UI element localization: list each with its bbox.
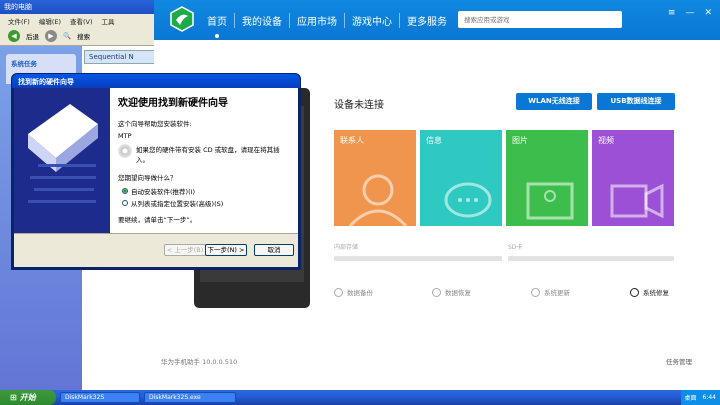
gear-icon [630, 287, 639, 297]
nav-my-device[interactable]: 我的设备 [234, 12, 289, 28]
wizard-footer: < 上一步(B) 下一步(N) > 取消 [14, 233, 298, 267]
wizard-banner [14, 88, 110, 240]
menu-icon[interactable]: ≡ [668, 8, 676, 18]
back-arrow-icon[interactable]: ◀ [8, 29, 20, 42]
sequential-window-tab[interactable]: Sequential N [84, 50, 160, 64]
menu-edit[interactable]: 编辑(E) [39, 16, 61, 26]
tile-messages-label: 信息 [426, 136, 442, 145]
task-button-diskmark-exe[interactable]: DiskMark32S.exe [144, 392, 236, 403]
cancel-button[interactable]: 取消 [254, 244, 294, 256]
cd-icon [118, 144, 132, 158]
tile-videos[interactable]: 视频 [592, 130, 674, 226]
option-auto-install[interactable]: 自动安装软件(推荐)(I) [122, 186, 290, 196]
internal-storage-bar [334, 256, 502, 261]
device-name: MTP [118, 132, 132, 140]
sd-card-label: SD卡 [508, 244, 523, 251]
search-button-label[interactable]: 搜索 [77, 31, 90, 41]
clock: 6:44 [702, 394, 716, 401]
wizard-title: 找到新的硬件向导 [12, 74, 300, 88]
radio-icon[interactable] [122, 200, 128, 206]
usb-connect-button[interactable]: USB数据线连接 [597, 93, 675, 110]
cd-hint: 如果您的硬件带有安装 CD 或软盘，请现在将其插入。 [136, 146, 280, 164]
taskbar: ⊞ 开始 DiskMark32S DiskMark32S.exe 桌面 6:44 [0, 390, 720, 405]
option-auto-label: 自动安装软件(推荐)(I) [131, 188, 196, 196]
tile-pictures[interactable]: 图片 [506, 130, 588, 226]
hisuite-header: 首页 我的设备 应用市场 游戏中心 更多服务 ≡ — ✕ [154, 0, 720, 40]
explorer-title: 我的电脑 [0, 0, 160, 14]
wlan-connect-button[interactable]: WLAN无线连接 [516, 93, 592, 110]
tile-videos-label: 视频 [598, 136, 614, 145]
connection-status: 设备未连接 [334, 100, 384, 111]
continue-hint: 要继续，请单击“下一步”。 [118, 216, 197, 224]
watermark-logo: 值 [548, 364, 568, 384]
messages-icon [444, 182, 492, 218]
hisuite-logo-icon [170, 6, 194, 32]
internal-storage-label: 内部存储 [334, 244, 359, 251]
tile-contacts-label: 联系人 [340, 136, 364, 145]
nav-game-center[interactable]: 游戏中心 [344, 12, 399, 28]
wizard-intro: 这个向导帮助您安装软件: [118, 120, 192, 128]
explorer-toolbar: ◀ 后退 ▶ 🔍 搜索 [0, 26, 160, 46]
restore-icon [432, 287, 441, 297]
wizard-heading: 欢迎使用找到新硬件向导 [118, 98, 228, 109]
main-nav: 首页 我的设备 应用市场 游戏中心 更多服务 [200, 0, 454, 40]
menu-file[interactable]: 文件(F) [8, 16, 30, 26]
nav-more-services[interactable]: 更多服务 [399, 12, 454, 28]
system-update-action[interactable]: 系统更新 [531, 287, 570, 297]
start-button[interactable]: ⊞ 开始 [0, 390, 56, 405]
next-button[interactable]: 下一步(N) > [205, 244, 247, 256]
sd-card-bar [508, 256, 674, 261]
nav-home[interactable]: 首页 [200, 13, 234, 38]
desktop-toolbar[interactable]: 桌面 [685, 393, 697, 402]
menu-view[interactable]: 查看(V) [70, 16, 93, 26]
nav-app-market[interactable]: 应用市场 [289, 12, 344, 28]
wizard-question: 您期望向导做什么？ [118, 174, 177, 182]
explorer-menubar: 文件(F) 编辑(E) 查看(V) 工具 [0, 14, 160, 26]
back-button[interactable]: < 上一步(B) [164, 244, 206, 256]
backup-label: 数据备份 [347, 289, 373, 297]
hardware-wizard-dialog: 找到新的硬件向导 欢迎使用找到新硬件向导 这个向导帮助您安装软件: MTP 如果… [11, 73, 301, 270]
option-manual-install[interactable]: 从列表或指定位置安装(高级)(S) [122, 198, 290, 208]
menu-tools[interactable]: 工具 [102, 16, 115, 26]
system-repair-action[interactable]: 系统修复 [630, 287, 669, 297]
windows-logo-icon: ⊞ [10, 393, 17, 402]
hardware-icon [28, 104, 98, 203]
backup-icon [334, 287, 343, 297]
system-update-label: 系统更新 [544, 289, 570, 297]
version-label: 华为手机助手 10.0.0.510 [161, 358, 238, 366]
minimize-icon[interactable]: — [685, 8, 694, 18]
contacts-icon [348, 174, 408, 226]
search-icon[interactable]: 🔍 [63, 32, 71, 40]
tile-contacts[interactable]: 联系人 [334, 130, 416, 226]
start-label: 开始 [19, 393, 36, 402]
restore-label: 数据恢复 [445, 289, 471, 297]
pictures-icon [526, 182, 574, 220]
restore-action[interactable]: 数据恢复 [432, 287, 471, 297]
watermark-text: 什么值得买 [572, 366, 653, 385]
videos-icon [610, 183, 664, 219]
radio-selected-icon[interactable] [122, 188, 128, 194]
window-controls: ≡ — ✕ [668, 8, 712, 18]
task-manager-link[interactable]: 任务管理 [666, 356, 692, 366]
option-manual-label: 从列表或指定位置安装(高级)(S) [131, 200, 224, 208]
forward-arrow-icon[interactable]: ▶ [45, 29, 57, 42]
tile-messages[interactable]: 信息 [420, 130, 502, 226]
search-input[interactable] [458, 11, 622, 28]
tile-pictures-label: 图片 [512, 136, 528, 145]
watermark: 值 什么值得买 [548, 362, 652, 386]
system-repair-label: 系统修复 [643, 289, 669, 297]
close-icon[interactable]: ✕ [704, 8, 712, 18]
backup-action[interactable]: 数据备份 [334, 287, 373, 297]
task-button-diskmark[interactable]: DiskMark32S [60, 392, 140, 403]
system-tray: 桌面 6:44 [680, 390, 720, 405]
back-button-label[interactable]: 后退 [26, 31, 39, 41]
update-icon [531, 287, 540, 297]
